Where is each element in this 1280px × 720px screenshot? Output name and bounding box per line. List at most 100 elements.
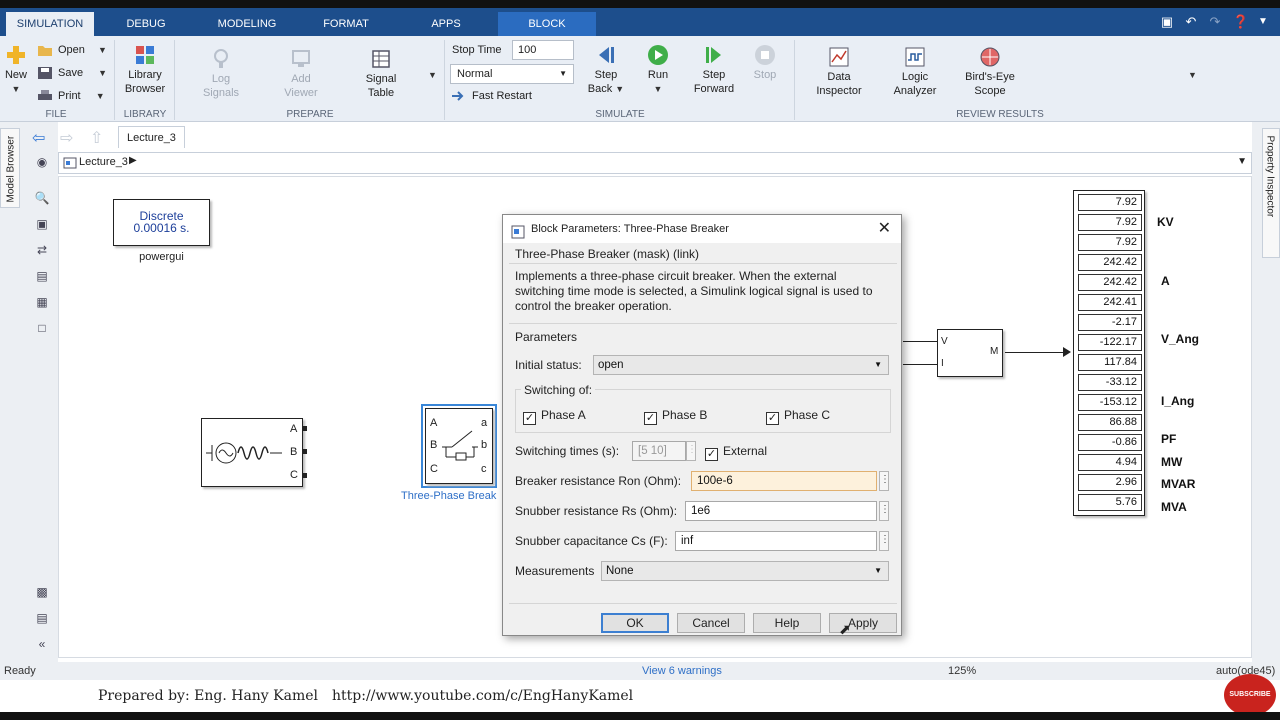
save-button[interactable]: Save ▼	[38, 65, 107, 81]
prepare-expand-icon[interactable]: ▼	[428, 70, 437, 80]
wire	[903, 341, 937, 342]
zoom-icon[interactable]: 🔍	[34, 190, 50, 206]
cs-input[interactable]: inf	[675, 531, 877, 551]
birds-eye-scope-button[interactable]: Bird's-Eye Scope	[960, 46, 1020, 98]
tab-simulation[interactable]: SIMULATION	[6, 12, 94, 36]
print-label: Print	[58, 90, 81, 102]
library-group-label: LIBRARY	[123, 109, 167, 120]
tab-modeling[interactable]: MODELING	[206, 12, 288, 36]
powergui-block[interactable]: Discrete 0.00016 s.	[113, 199, 210, 246]
tab-apps[interactable]: APPS	[410, 12, 482, 36]
source-symbol-icon	[206, 442, 282, 464]
new-button[interactable]: New ▼	[4, 44, 28, 96]
collapse-icon[interactable]: «	[34, 636, 50, 652]
label-i-ang: I_Ang	[1161, 394, 1195, 408]
forward-arrow-icon[interactable]: ⇨	[60, 128, 73, 148]
tab-lecture-3[interactable]: Lecture_3	[118, 126, 185, 148]
up-arrow-icon[interactable]: ⇧	[90, 128, 103, 148]
more-options-icon[interactable]: ⋮	[879, 531, 890, 551]
quick-access-dropdown-icon[interactable]: ▼	[1254, 13, 1272, 31]
close-icon[interactable]: ✕	[878, 215, 891, 243]
measurements-select[interactable]: None ▼	[601, 561, 889, 581]
print-button[interactable]: Print ▼	[38, 88, 105, 104]
measurements-label: Measurements	[515, 564, 595, 578]
undo-icon[interactable]: ↶	[1182, 13, 1200, 31]
stop-time-input[interactable]: 100	[512, 40, 574, 60]
separator	[174, 40, 175, 120]
stop-button[interactable]: Stop	[746, 44, 784, 82]
screenshot-icon[interactable]: ▩	[34, 584, 50, 600]
new-label: New	[4, 69, 27, 81]
data-inspector-button[interactable]: Data Inspector	[812, 46, 866, 98]
property-inspector-label: Property Inspector	[1264, 135, 1276, 218]
breaker-switch-icon	[442, 430, 478, 461]
breadcrumb[interactable]: Lecture_3	[79, 156, 128, 168]
simulation-mode-value: Normal	[457, 68, 493, 80]
measurement-block[interactable]: V I M	[937, 329, 1003, 377]
help-button[interactable]: Help	[753, 613, 821, 633]
tab-debug[interactable]: DEBUG	[110, 12, 182, 36]
phase-b-checkbox[interactable]: ✓ Phase B	[644, 408, 707, 425]
rs-input[interactable]: 1e6	[685, 501, 877, 521]
display-block[interactable]: 7.92 7.92 7.92 242.42 242.42 242.41 -2.17 -122.…	[1073, 190, 1145, 516]
three-phase-breaker-block[interactable]: A B C a b c	[425, 408, 493, 484]
ron-input[interactable]: 100e-6	[691, 471, 877, 491]
help-icon[interactable]: ❓	[1232, 13, 1250, 31]
logic-analyzer-button[interactable]: Logic Analyzer	[888, 46, 942, 98]
three-phase-source-block[interactable]: A B C	[201, 418, 307, 487]
step-back-button[interactable]: Step Back ▼	[584, 44, 628, 96]
fast-restart-label: Fast Restart	[472, 90, 532, 102]
review-expand-icon[interactable]: ▼	[1188, 70, 1197, 80]
more-options-icon[interactable]: ⋮	[879, 501, 890, 521]
signal-table-button[interactable]: Signal Table	[356, 48, 406, 100]
library-browser-button[interactable]: Library Browser	[120, 44, 170, 96]
phase-a-checkbox[interactable]: ✓ Phase A	[523, 408, 586, 425]
run-button[interactable]: Run ▼	[638, 44, 678, 96]
breadcrumb-dropdown-icon[interactable]: ▼	[1237, 156, 1247, 167]
table-icon	[372, 50, 390, 68]
fit-to-view-icon[interactable]: ▣	[34, 216, 50, 232]
initial-status-value: open	[598, 359, 624, 371]
chevron-down-icon: ▼	[874, 566, 882, 575]
port-connector[interactable]	[302, 449, 307, 454]
tab-block[interactable]: BLOCK	[498, 12, 596, 36]
initial-status-select[interactable]: open ▼	[593, 355, 889, 375]
port-connector[interactable]	[302, 473, 307, 478]
redo-icon[interactable]: ↷	[1206, 13, 1224, 31]
source-port-a: A	[290, 423, 298, 435]
annotation-icon[interactable]: ▤	[34, 268, 50, 284]
table-view-icon[interactable]: ▤	[34, 610, 50, 626]
model-browser-label: Model Browser	[5, 135, 17, 203]
save-icon	[38, 67, 52, 80]
switching-times-input[interactable]: [5 10]	[632, 441, 686, 461]
tab-format[interactable]: FORMAT	[310, 12, 382, 36]
port-connector[interactable]	[302, 426, 307, 431]
navigation-bar: ⇦ ⇨ ⇧ Lecture_3	[20, 126, 1252, 148]
cancel-button[interactable]: Cancel	[677, 613, 745, 633]
add-viewer-button[interactable]: Add Viewer	[276, 48, 326, 100]
fast-restart-button[interactable]: Fast Restart	[452, 88, 532, 104]
property-inspector-tab[interactable]: Property Inspector	[1262, 128, 1280, 258]
view-warnings-link[interactable]: View 6 warnings	[642, 662, 722, 680]
review-group-label: REVIEW RESULTS	[956, 109, 1044, 120]
log-signals-button[interactable]: Log Signals	[196, 48, 246, 100]
phase-c-checkbox[interactable]: ✓ Phase C	[766, 408, 830, 425]
vi-out-m: M	[990, 346, 999, 357]
more-options-icon[interactable]: ⋮	[879, 471, 890, 491]
model-browser-tab[interactable]: Model Browser	[0, 128, 20, 208]
arrows-icon[interactable]: ⇄	[34, 242, 50, 258]
save-quick-icon[interactable]: ▣	[1158, 13, 1176, 31]
ok-button[interactable]: OK	[601, 613, 669, 633]
image-icon[interactable]: ▦	[34, 294, 50, 310]
simulation-mode-select[interactable]: Normal ▼	[450, 64, 574, 84]
powergui-label: powergui	[139, 251, 184, 263]
more-options-icon[interactable]: ⋮	[686, 441, 697, 461]
area-icon[interactable]: □	[34, 320, 50, 336]
run-icon	[648, 45, 668, 65]
back-arrow-icon[interactable]: ⇦	[32, 128, 45, 148]
hide-show-explorer-icon[interactable]: ◉	[34, 154, 50, 170]
step-forward-button[interactable]: Step Forward	[690, 44, 738, 96]
switching-of-label: Switching of:	[521, 383, 596, 397]
open-button[interactable]: Open ▼	[38, 42, 107, 58]
external-checkbox[interactable]: ✓ External	[705, 444, 767, 461]
